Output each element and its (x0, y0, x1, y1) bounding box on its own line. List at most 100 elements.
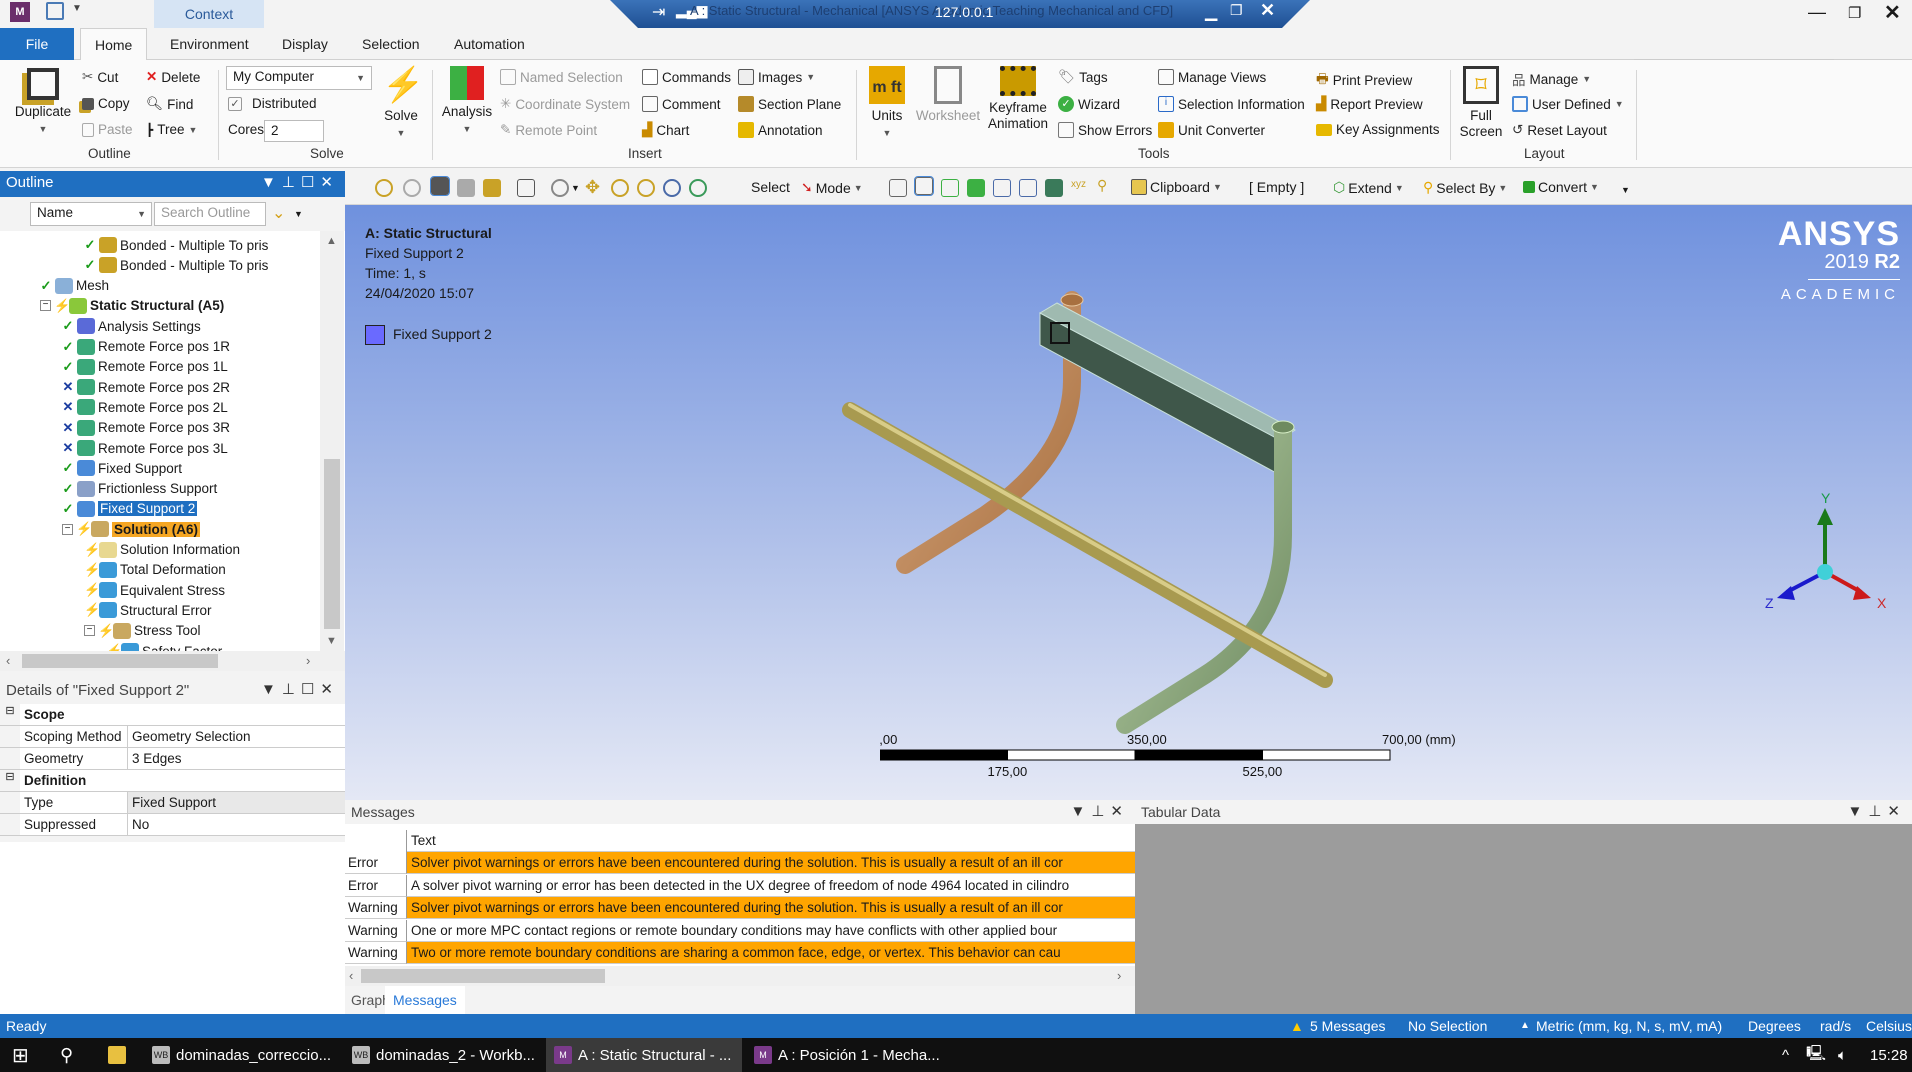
select-face-icon[interactable] (941, 179, 959, 197)
distributed-checkbox[interactable]: ✓ Distributed (228, 96, 317, 111)
select-node-icon[interactable] (993, 179, 1011, 197)
select-element-face-icon[interactable] (1019, 179, 1037, 197)
temperature-units[interactable]: Celsius (1866, 1018, 1912, 1034)
clock[interactable]: 15:28 (1862, 1038, 1912, 1072)
search-outline-input[interactable]: Search Outline (154, 202, 266, 226)
collapse-icon[interactable]: ⊟ (0, 704, 20, 725)
report-preview-button[interactable]: ▟ Report Preview (1316, 96, 1423, 112)
reset-layout-button[interactable]: ↺ Reset Layout (1512, 122, 1607, 138)
search-icon[interactable]: ⚲ (52, 1038, 81, 1072)
clipboard-button[interactable]: Clipboard ▼ (1131, 179, 1222, 195)
unit-converter-button[interactable]: Unit Converter (1158, 122, 1265, 138)
cores-input[interactable]: 2 (264, 120, 324, 142)
pin-icon[interactable]: ⊥ (282, 174, 301, 191)
chart-button[interactable]: ▟ Chart (642, 122, 689, 138)
messages-horizontal-scrollbar[interactable]: ‹ › (345, 966, 1135, 986)
file-explorer-icon[interactable] (100, 1038, 134, 1072)
property-value[interactable]: No (128, 814, 345, 835)
remote-minimize-icon[interactable]: ▁ (1205, 2, 1217, 22)
tree-node[interactable]: ✕ Remote Force pos 2R (62, 377, 230, 397)
select-element-icon[interactable] (1045, 179, 1063, 197)
taskbar-item[interactable]: M A : Posición 1 - Mecha... (746, 1038, 948, 1072)
full-screen-button[interactable]: ⌑ Full Screen (1456, 66, 1506, 140)
print-preview-button[interactable]: 🖶 Print Preview (1316, 69, 1412, 92)
select-vertex-icon[interactable] (889, 179, 907, 197)
outline-horizontal-scrollbar[interactable]: ‹ › (0, 651, 345, 671)
zoom-to-fit-icon[interactable] (663, 179, 681, 197)
details-section-definition[interactable]: ⊟ Definition (0, 770, 345, 792)
context-tab[interactable]: Context (154, 0, 264, 28)
rotate-dropdown-icon[interactable]: ▼ (571, 183, 580, 193)
close-icon[interactable]: ✕ (320, 174, 339, 191)
duplicate-button[interactable]: Duplicate ▼ (10, 68, 76, 137)
tree-node[interactable]: ✓ Bonded - Multiple To pris (84, 235, 268, 255)
solve-process-select[interactable]: My Computer ▼ (226, 66, 372, 90)
wireframe-icon[interactable] (517, 179, 535, 197)
details-section-scope[interactable]: ⊟ Scope (0, 704, 345, 726)
save-icon[interactable] (46, 2, 64, 20)
tree-node[interactable]: ✕ Remote Force pos 3R (62, 418, 230, 438)
pin-icon[interactable]: ⊥ (1868, 803, 1887, 820)
scroll-down-icon[interactable]: ▼ (326, 635, 337, 647)
tree-node[interactable]: ✓ Analysis Settings (62, 316, 201, 336)
tree-node[interactable]: ⚡ Equivalent Stress (84, 580, 225, 600)
collapse-icon[interactable]: ⊟ (0, 770, 20, 791)
pane-menu-icon[interactable]: ▼ (261, 681, 282, 698)
network-icon[interactable]: 🖳 (1798, 1038, 1834, 1072)
close-icon[interactable]: ✕ (320, 681, 339, 698)
pin-icon[interactable]: ⊥ (282, 681, 301, 698)
select-edge-icon[interactable] (914, 176, 934, 196)
named-selection-button[interactable]: Named Selection (500, 69, 623, 85)
selection-information-button[interactable]: i Selection Information (1158, 96, 1305, 112)
search-options-icon[interactable]: ▼ (294, 209, 303, 219)
taskbar-item[interactable]: WB dominadas_correccio... (144, 1038, 339, 1072)
toolbar-overflow-icon[interactable]: ▼ (1621, 185, 1630, 195)
tree-node[interactable]: ✓ Fixed Support 2 (62, 499, 198, 519)
axis-triad[interactable]: Y Z X (1725, 490, 1905, 620)
shaded-icon[interactable] (457, 179, 475, 197)
pane-menu-icon[interactable]: ▼ (1847, 803, 1868, 820)
details-row[interactable]: Scoping Method Geometry Selection (0, 726, 345, 748)
collapse-icon[interactable]: − (40, 300, 51, 312)
scroll-left-icon[interactable]: ‹ (349, 968, 353, 983)
outline-filter-select[interactable]: Name ▼ (30, 202, 152, 226)
scrollbar-thumb[interactable] (361, 969, 605, 983)
show-errors-button[interactable]: Show Errors (1058, 122, 1152, 138)
close-icon[interactable]: ✕ (1884, 0, 1901, 25)
tree-node[interactable]: ✕ Remote Force pos 3L (62, 438, 228, 458)
solve-button[interactable]: ⚡ Solve ▼ (378, 66, 424, 141)
cut-button[interactable]: ✂ Cut (82, 69, 118, 85)
key-assignments-button[interactable]: Key Assignments (1316, 122, 1440, 137)
property-value[interactable]: Fixed Support (128, 792, 345, 813)
message-row[interactable]: Warning Solver pivot warnings or errors h… (345, 897, 1135, 919)
select-by-button[interactable]: ⚲ Select By ▼ (1423, 179, 1507, 196)
extend-button[interactable]: ⬡ Extend ▼ (1333, 179, 1404, 196)
property-value[interactable]: Geometry Selection (128, 726, 345, 747)
close-icon[interactable]: ✕ (1887, 803, 1906, 820)
zoom-previous-icon[interactable] (375, 179, 393, 197)
select-mode-button[interactable]: ➘ Mode ▼ (801, 179, 863, 196)
angle-units[interactable]: Degrees (1748, 1018, 1801, 1034)
rotation-units[interactable]: rad/s (1820, 1018, 1851, 1034)
commands-button[interactable]: Commands (642, 69, 731, 85)
pane-menu-icon[interactable]: ▼ (1070, 803, 1091, 820)
minimize-icon[interactable]: — (1808, 2, 1826, 23)
maximize-icon[interactable]: ☐ (301, 681, 320, 698)
zoom-next-icon[interactable] (403, 179, 421, 197)
tree-node[interactable]: − ⚡ Stress Tool (84, 621, 201, 641)
tab-environment[interactable]: Environment (156, 28, 263, 60)
tree-node[interactable]: ✓ Fixed Support (62, 458, 182, 478)
maximize-icon[interactable]: ☐ (301, 174, 320, 191)
convert-button[interactable]: Convert ▼ (1523, 179, 1599, 195)
tree-node[interactable]: − ⚡ Solution (A6) (62, 519, 200, 539)
worksheet-button[interactable]: Worksheet (914, 66, 982, 124)
restore-icon[interactable]: ❐ (1848, 4, 1861, 22)
tree-node[interactable]: ⚡ Total Deformation (84, 560, 226, 580)
manage-layout-button[interactable]: 品 Manage ▼ (1512, 69, 1591, 89)
details-row[interactable]: Suppressed No (0, 814, 345, 836)
tree-node[interactable]: ✓ Mesh (40, 276, 109, 296)
tab-selection[interactable]: Selection (348, 28, 434, 60)
property-value[interactable]: 3 Edges (128, 748, 345, 769)
annotation-button[interactable]: Annotation (738, 122, 823, 138)
rotate-icon[interactable] (551, 179, 569, 197)
